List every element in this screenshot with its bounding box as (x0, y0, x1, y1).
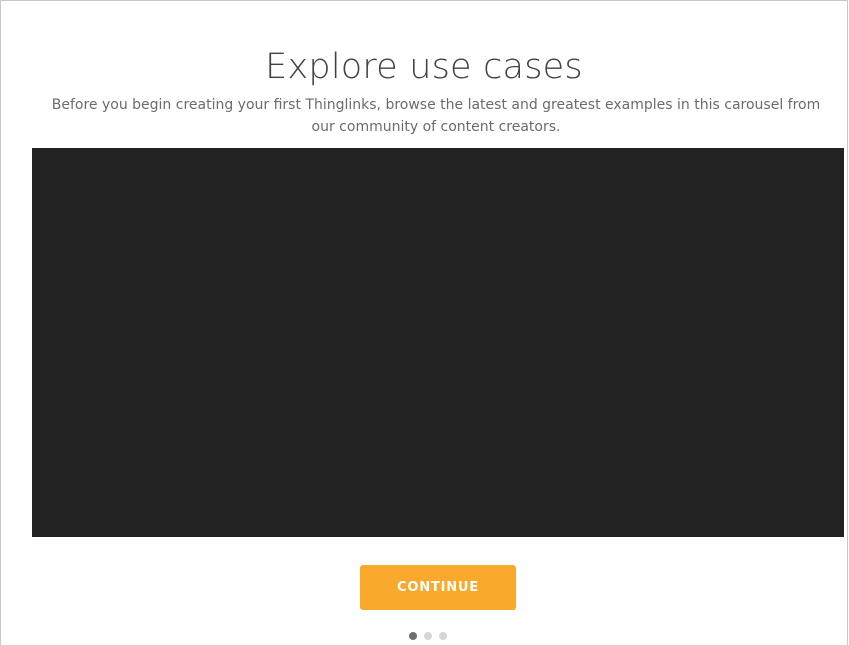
carousel-dot-3[interactable] (439, 632, 447, 640)
use-case-carousel[interactable] (32, 148, 844, 537)
page-title: Explore use cases (265, 47, 583, 88)
page-subtitle: Before you begin creating your first Thi… (51, 97, 821, 135)
onboarding-dialog: Explore use cases Before you begin creat… (0, 0, 848, 645)
carousel-pagination (409, 631, 447, 641)
carousel-dot-1[interactable] (409, 632, 417, 640)
carousel-dot-2[interactable] (424, 632, 432, 640)
continue-button[interactable]: CONTINUE (360, 565, 516, 610)
